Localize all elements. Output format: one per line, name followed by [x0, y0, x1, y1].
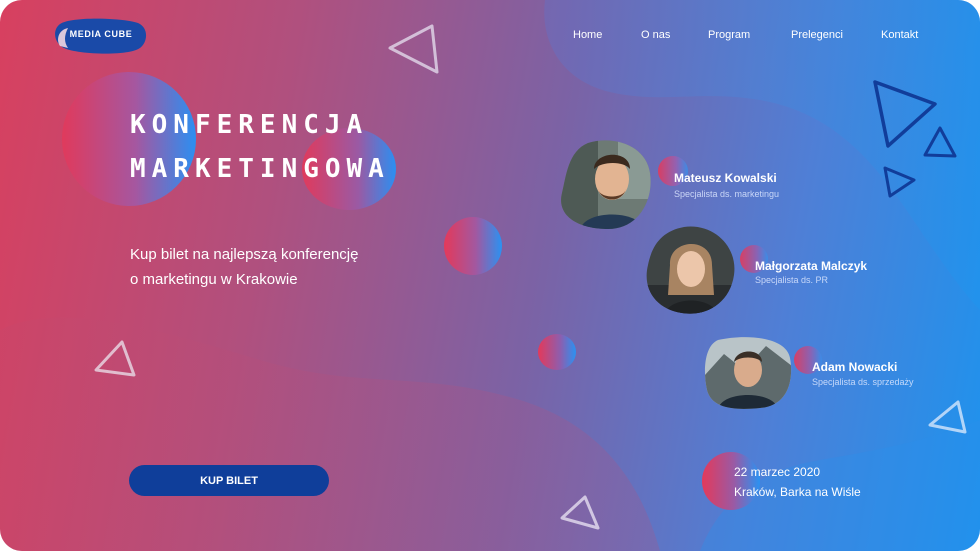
triangle-icon	[928, 400, 967, 434]
speaker-role: Specjalista ds. PR	[755, 275, 829, 285]
triangle-icon	[560, 495, 600, 530]
speaker-name: Mateusz Kowalski	[674, 171, 777, 185]
hero-subtitle-line2: o marketingu w Krakowie	[130, 271, 298, 288]
triangle-icon	[923, 126, 957, 158]
nav-item-prelegenci[interactable]: Prelegenci	[791, 29, 843, 41]
decor-circle	[702, 452, 760, 510]
hero-title-line2: MARKETINGOWA	[130, 154, 390, 184]
speaker-photo	[646, 226, 735, 314]
nav-item-kontakt[interactable]: Kontakt	[881, 29, 918, 41]
speaker-photo	[704, 337, 792, 409]
triangle-icon	[873, 80, 937, 148]
hero-title-line1: KONFERENCJA	[130, 110, 369, 140]
speaker-photo	[561, 140, 651, 229]
decor-circle	[444, 217, 502, 275]
triangle-icon	[94, 340, 136, 377]
speaker-name: Adam Nowacki	[812, 360, 898, 374]
triangle-icon	[883, 166, 916, 198]
hero-canvas: MEDIA CUBE Home O nas Program Prelegenci…	[0, 0, 980, 551]
nav-item-program[interactable]: Program	[708, 29, 750, 41]
speaker-name: Małgorzata Malczyk	[755, 259, 868, 273]
buy-ticket-button[interactable]: KUP BILET	[129, 465, 329, 496]
hero-subtitle-line1: Kup bilet na najlepszą konferencję	[130, 246, 359, 263]
event-date: 22 marzec 2020	[734, 465, 821, 479]
speaker-role: Specjalista ds. sprzedaży	[812, 377, 914, 387]
main-nav: Home O nas Program Prelegenci Kontakt	[0, 29, 980, 45]
decor-circle	[538, 334, 576, 370]
event-place: Kraków, Barka na Wiśle	[734, 485, 861, 499]
nav-item-o-nas[interactable]: O nas	[641, 29, 670, 41]
nav-item-home[interactable]: Home	[573, 29, 602, 41]
speaker-role: Specjalista ds. marketingu	[674, 189, 780, 199]
